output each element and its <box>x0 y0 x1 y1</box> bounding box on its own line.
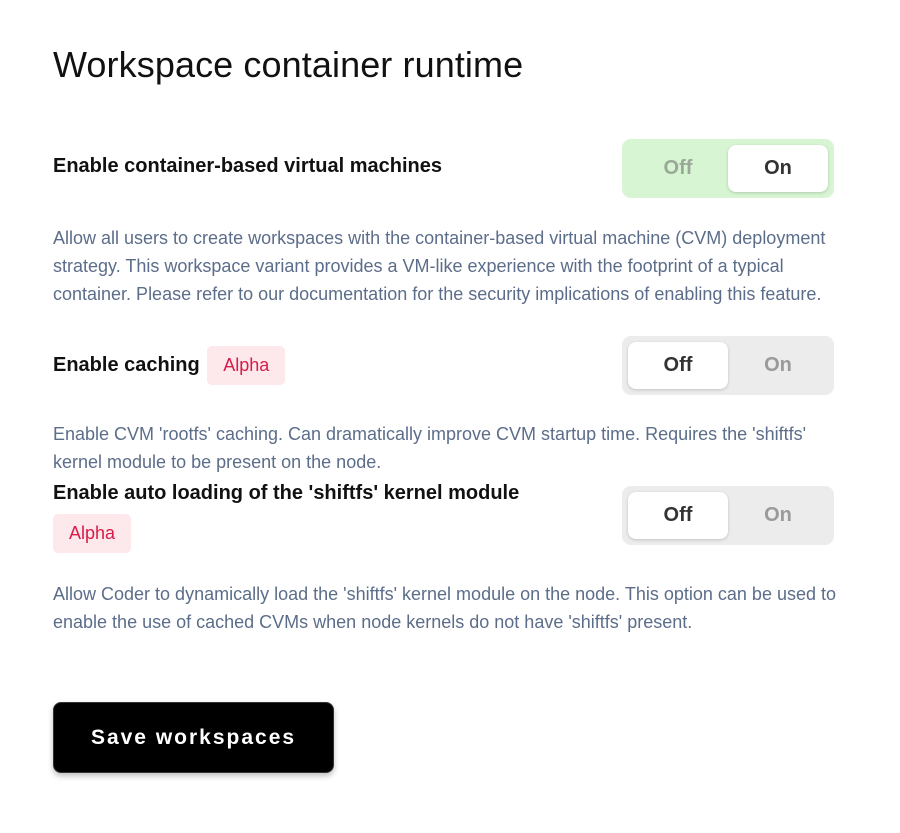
cvm-toggle[interactable]: Off On <box>622 139 834 198</box>
shiftfs-toggle-off-option[interactable]: Off <box>628 492 728 539</box>
cvm-setting-label: Enable container-based virtual machines <box>53 155 443 177</box>
cvm-setting-description: Allow all users to create workspaces wit… <box>53 228 826 304</box>
caching-alpha-badge: Alpha <box>207 346 286 385</box>
cvm-toggle-off-option[interactable]: Off <box>628 145 728 192</box>
caching-toggle-on-option[interactable]: On <box>728 342 828 389</box>
caching-setting-label: Enable caching <box>53 353 200 376</box>
caching-toggle[interactable]: Off On <box>622 336 834 395</box>
save-workspaces-button[interactable]: Save workspaces <box>53 702 334 773</box>
shiftfs-setting-description: Allow Coder to dynamically load the 'shi… <box>53 584 836 632</box>
shiftfs-setting-label: Enable auto loading of the 'shiftfs' ker… <box>53 482 520 504</box>
caching-setting-title: Enable caching Alpha <box>53 346 286 385</box>
shiftfs-alpha-badge: Alpha <box>53 514 132 553</box>
cvm-toggle-on-option[interactable]: On <box>728 145 828 192</box>
caching-toggle-off-option[interactable]: Off <box>628 342 728 389</box>
shiftfs-badge-wrap: Alpha <box>53 514 132 553</box>
caching-setting-description: Enable CVM 'rootfs' caching. Can dramati… <box>53 424 807 472</box>
page-title: Workspace container runtime <box>53 44 524 85</box>
shiftfs-toggle-on-option[interactable]: On <box>728 492 828 539</box>
shiftfs-toggle[interactable]: Off On <box>622 486 834 545</box>
